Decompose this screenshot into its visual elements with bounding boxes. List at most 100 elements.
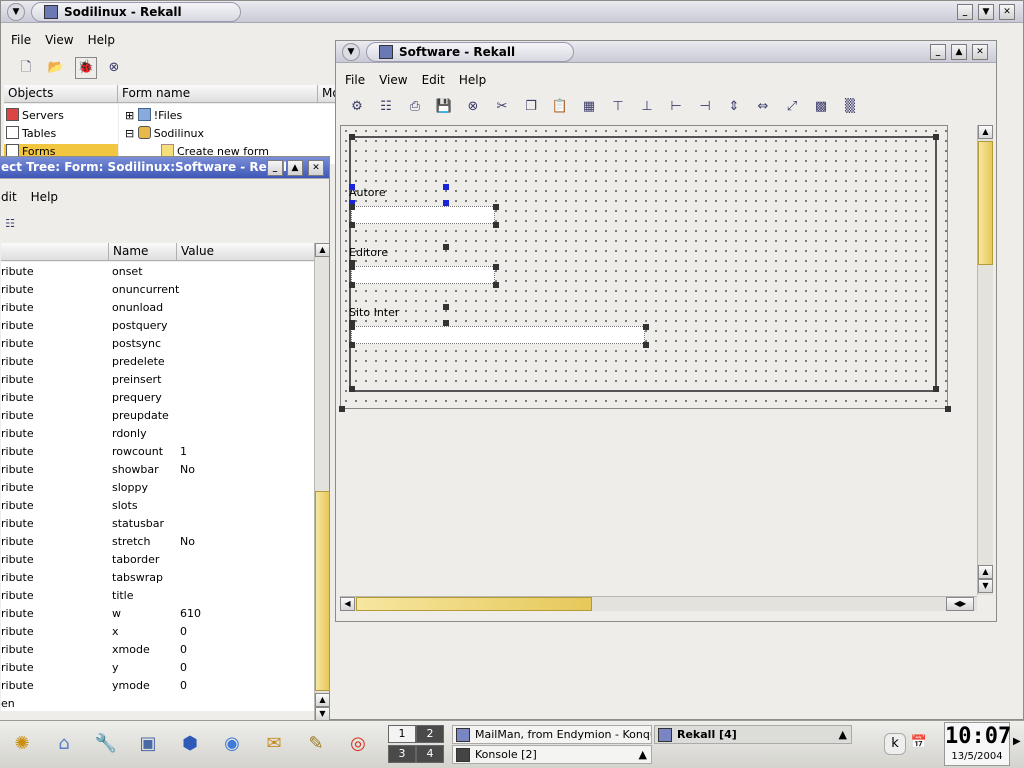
design-hscrollbar[interactable]: ◀ ◀▶: [340, 596, 977, 611]
software-maximize-button[interactable]: ▲: [951, 44, 967, 60]
same-width-icon[interactable]: ⇔: [752, 96, 774, 118]
block-handle[interactable]: [349, 134, 355, 140]
hscroll-thumb[interactable]: [356, 597, 592, 611]
attribute-row[interactable]: ribute showbar No: [1, 461, 315, 479]
list-tool-icon[interactable]: ☷: [0, 213, 21, 235]
menu-view[interactable]: View: [45, 33, 73, 47]
scroll-down-button[interactable]: ▼: [978, 579, 993, 593]
field-handle[interactable]: [349, 204, 355, 210]
label-handle[interactable]: [443, 304, 449, 310]
software-close-button[interactable]: ✕: [972, 44, 988, 60]
field-handle[interactable]: [643, 342, 649, 348]
konqueror-icon[interactable]: ◉: [216, 729, 248, 761]
label-handle[interactable]: [443, 244, 449, 250]
block-handle[interactable]: [933, 386, 939, 392]
attribute-row[interactable]: ribute sloppy: [1, 479, 315, 497]
pen-icon[interactable]: ✎: [300, 729, 332, 761]
grid-align-icon[interactable]: ▦: [578, 96, 600, 118]
column-value[interactable]: Value: [177, 243, 315, 261]
scroll-down-button[interactable]: ▲: [315, 693, 330, 707]
attribute-row[interactable]: ribute w 610: [1, 605, 315, 623]
menu-view[interactable]: View: [379, 73, 407, 87]
open-folder-icon[interactable]: 📂: [45, 57, 67, 79]
print-icon[interactable]: ⎙: [404, 96, 426, 118]
tree-close-button[interactable]: ✕: [308, 160, 324, 176]
field-sito-internet[interactable]: [351, 326, 645, 344]
attribute-row[interactable]: ribute y 0: [1, 659, 315, 677]
menu-help[interactable]: Help: [31, 190, 58, 204]
attribute-row[interactable]: ribute postsync: [1, 335, 315, 353]
canvas-handle[interactable]: [339, 406, 345, 412]
align-bottom-icon[interactable]: ⊥: [636, 96, 658, 118]
object-tree-titlebar[interactable]: ect Tree: Form: Sodilinux:Software - Rek…: [0, 157, 329, 179]
align-top-icon[interactable]: ⊤: [607, 96, 629, 118]
scroll-down-button-2[interactable]: ▼: [315, 707, 330, 721]
vscroll-thumb[interactable]: [978, 141, 993, 265]
window-menu-button[interactable]: ▼: [7, 3, 25, 21]
design-vscrollbar[interactable]: ▲ ▲ ▼: [977, 125, 993, 595]
attribute-row[interactable]: ribute preinsert: [1, 371, 315, 389]
field-handle[interactable]: [643, 324, 649, 330]
form-canvas[interactable]: Autore Editore Sito Inter: [339, 125, 951, 412]
calendar-icon[interactable]: 📅: [908, 733, 930, 755]
block-handle[interactable]: [933, 134, 939, 140]
cut-icon[interactable]: ✂: [491, 96, 513, 118]
field-handle[interactable]: [493, 264, 499, 270]
menu-help[interactable]: Help: [88, 33, 115, 47]
software-titlebar[interactable]: ▼ Software - Rekall _ ▲ ✕: [336, 41, 996, 63]
cancel-icon[interactable]: ⊗: [462, 96, 484, 118]
attribute-row[interactable]: ribute ymode 0: [1, 677, 315, 695]
attribute-row[interactable]: ribute title: [1, 587, 315, 605]
attribute-row[interactable]: ribute statusbar: [1, 515, 315, 533]
clock[interactable]: 10:07 13/5/2004: [944, 722, 1011, 766]
field-handle[interactable]: [349, 342, 355, 348]
save-icon[interactable]: 💾: [433, 96, 455, 118]
scroll-thumb[interactable]: [315, 491, 330, 691]
field-handle[interactable]: [493, 222, 499, 228]
help-icon[interactable]: ◎: [342, 729, 374, 761]
label-handle[interactable]: [443, 184, 449, 190]
tree-footer-row[interactable]: en: [1, 695, 315, 711]
scroll-left-button[interactable]: ◀: [340, 597, 355, 611]
desktop-1[interactable]: 1: [388, 725, 416, 743]
attribute-row[interactable]: ribute onset: [1, 263, 315, 281]
field-handle[interactable]: [349, 264, 355, 270]
canvas-handle[interactable]: [945, 406, 951, 412]
task-konsole[interactable]: Konsole [2] ▲: [452, 745, 652, 764]
field-handle[interactable]: [349, 324, 355, 330]
tree-maximize-button[interactable]: ▲: [287, 160, 303, 176]
column-form-name[interactable]: Form name: [118, 85, 318, 103]
align-right-icon[interactable]: ⊣: [694, 96, 716, 118]
attribute-row[interactable]: ribute rdonly: [1, 425, 315, 443]
field-autore[interactable]: [351, 206, 495, 224]
attribute-row[interactable]: ribute preupdate: [1, 407, 315, 425]
desktop-3[interactable]: 3: [388, 745, 416, 763]
tree-files[interactable]: ⊞ !Files: [125, 108, 182, 124]
same-height-icon[interactable]: ⇕: [723, 96, 745, 118]
kmail-icon[interactable]: ✉: [258, 729, 290, 761]
form-block[interactable]: [349, 136, 937, 392]
debug-icon[interactable]: 🐞: [75, 57, 97, 79]
copy-icon[interactable]: ❐: [520, 96, 542, 118]
klipper-icon[interactable]: k: [884, 733, 906, 755]
column-name[interactable]: Name: [109, 243, 177, 261]
maximize-button[interactable]: ▼: [978, 4, 994, 20]
scroll-right-button[interactable]: ◀▶: [946, 597, 974, 611]
home-icon[interactable]: ⌂: [48, 729, 80, 761]
new-document-icon[interactable]: 🗋: [15, 57, 37, 79]
tree-minimize-button[interactable]: _: [267, 160, 283, 176]
desktop-2[interactable]: 2: [416, 725, 444, 743]
column-objects[interactable]: Objects: [4, 85, 118, 103]
shield-icon[interactable]: ⬢: [174, 729, 206, 761]
desktop-4[interactable]: 4: [416, 745, 444, 763]
field-handle[interactable]: [493, 282, 499, 288]
label-handle[interactable]: [349, 184, 355, 190]
task-rekall[interactable]: Rekall [4] ▲: [654, 725, 852, 744]
attribute-row[interactable]: ribute x 0: [1, 623, 315, 641]
close-document-icon[interactable]: ⊗: [103, 57, 125, 79]
attribute-row[interactable]: ribute prequery: [1, 389, 315, 407]
attribute-row[interactable]: ribute onunload: [1, 299, 315, 317]
tree-vscrollbar[interactable]: ▲ ▲ ▼: [314, 243, 330, 721]
menu-edit[interactable]: dit: [1, 190, 17, 204]
properties-icon[interactable]: ⚙: [346, 96, 368, 118]
